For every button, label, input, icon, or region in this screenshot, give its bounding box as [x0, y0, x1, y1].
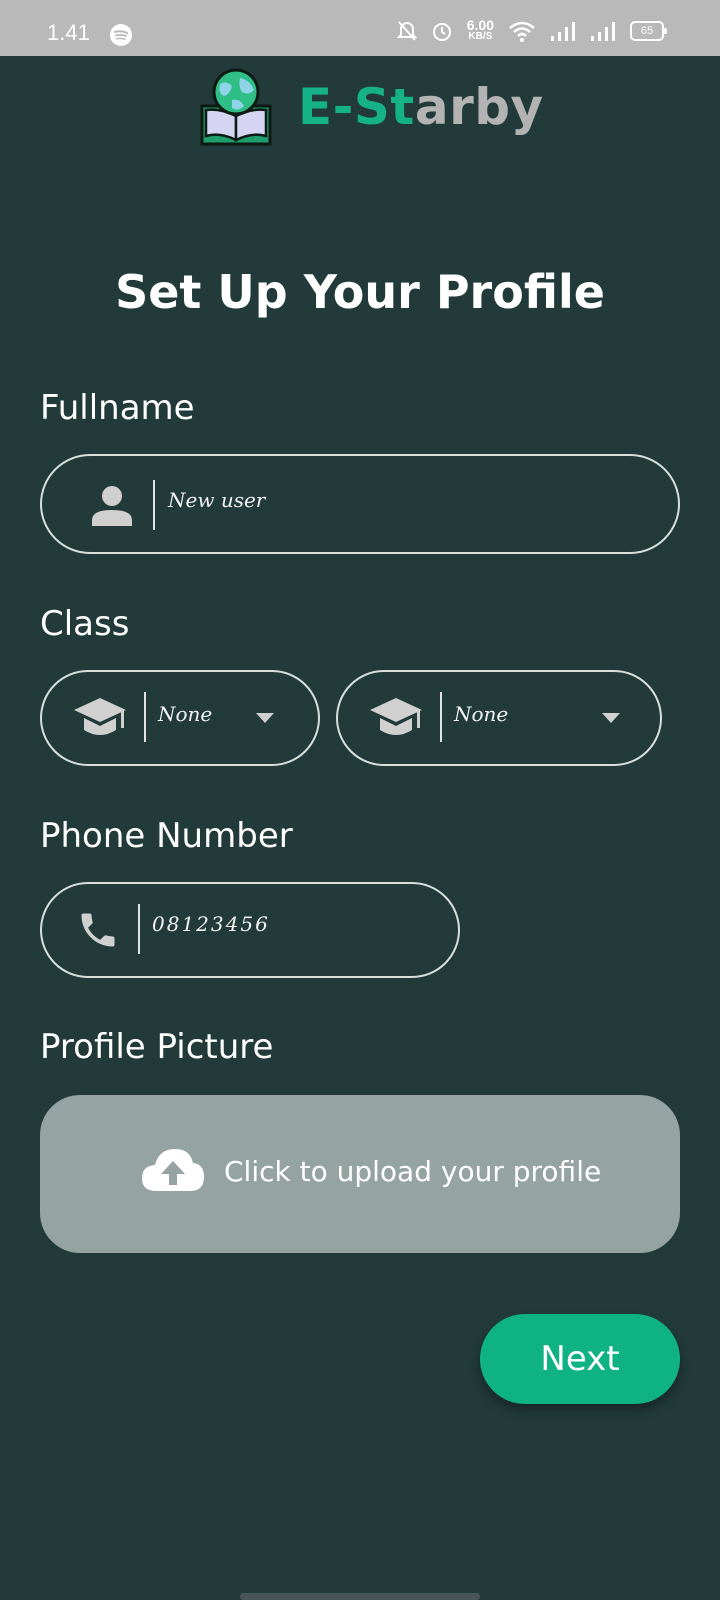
- phone-label: Phone Number: [40, 816, 293, 856]
- class-select-1-value: None: [158, 702, 213, 726]
- profile-upload-area[interactable]: Click to upload your profile: [40, 1095, 680, 1253]
- upload-text: Click to upload your profile: [224, 1155, 602, 1188]
- phone-divider: [138, 904, 140, 954]
- class-select-1[interactable]: None: [40, 670, 320, 766]
- class-1-divider: [144, 692, 146, 742]
- spotify-icon: [110, 24, 132, 46]
- page-title: Set Up Your Profile: [115, 265, 605, 319]
- person-icon: [92, 486, 132, 526]
- wifi-icon: [509, 21, 535, 42]
- class-label: Class: [40, 604, 130, 644]
- graduation-cap-icon: [370, 698, 422, 735]
- mute-bell-icon: [396, 21, 417, 41]
- alarm-icon: [432, 23, 451, 41]
- fullname-divider: [153, 480, 155, 530]
- status-bar: 1.41 6.00 KB/S 65: [0, 0, 720, 56]
- brand-name-rest: arby: [414, 78, 544, 136]
- class-select-2-value: None: [454, 702, 509, 726]
- signal-icon: [551, 22, 575, 41]
- net-speed: 6.00 KB/S: [466, 17, 494, 42]
- brand-name-accent: E-St: [298, 78, 415, 136]
- phone-input[interactable]: 08123456: [152, 912, 270, 936]
- home-indicator[interactable]: [240, 1593, 480, 1600]
- chevron-down-icon: [256, 713, 274, 723]
- globe-book-logo-icon: [200, 68, 272, 146]
- phone-icon: [81, 913, 115, 947]
- brand-name: E-Starby: [298, 78, 544, 136]
- app-brand: E-Starby: [196, 64, 544, 150]
- status-icons: 6.00 KB/S 65: [396, 17, 667, 42]
- cloud-upload-icon: [142, 1149, 204, 1191]
- net-speed-unit: KB/S: [468, 31, 493, 42]
- profile-picture-label: Profile Picture: [40, 1027, 274, 1067]
- class-2-divider: [440, 692, 442, 742]
- next-button[interactable]: Next: [480, 1314, 680, 1404]
- signal-icon-2: [591, 22, 615, 41]
- fullname-field[interactable]: New user: [40, 454, 680, 554]
- class-select-2[interactable]: None: [336, 670, 662, 766]
- battery-indicator: 65: [630, 21, 667, 41]
- net-speed-value: 6.00: [466, 17, 494, 33]
- fullname-label: Fullname: [40, 388, 195, 428]
- fullname-input[interactable]: New user: [168, 488, 265, 512]
- status-time: 1.41: [47, 20, 90, 45]
- chevron-down-icon: [602, 713, 620, 723]
- phone-field[interactable]: 08123456: [40, 882, 460, 978]
- graduation-cap-icon: [74, 698, 126, 735]
